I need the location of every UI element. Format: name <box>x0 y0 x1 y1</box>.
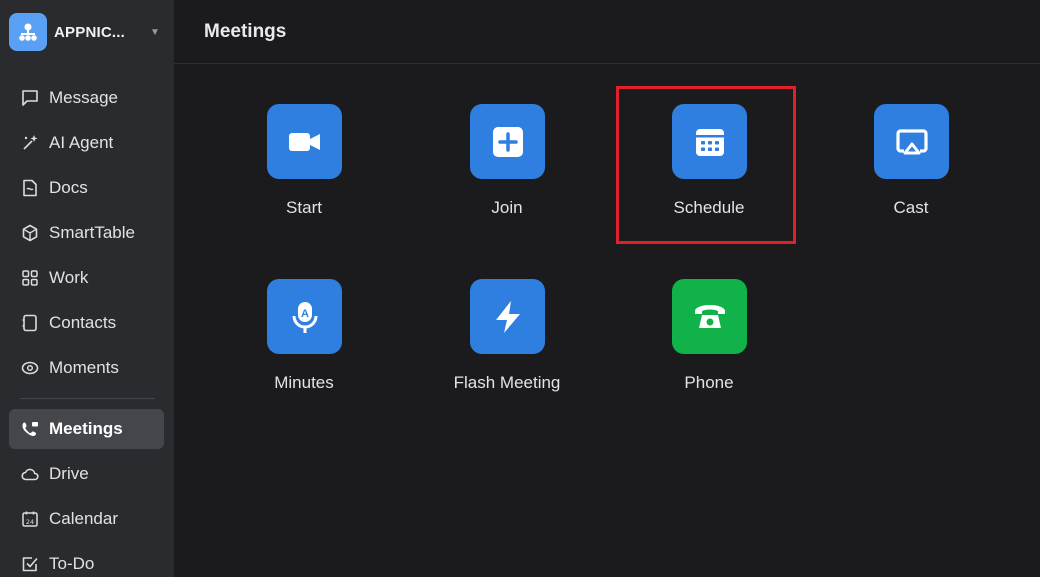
moments-icon <box>20 359 39 378</box>
sidebar-item-message[interactable]: Message <box>9 78 164 118</box>
sidebar-item-docs[interactable]: Docs <box>9 168 164 208</box>
svg-text:A: A <box>301 308 309 320</box>
sidebar-item-smarttable[interactable]: SmartTable <box>9 213 164 253</box>
tile-label: Phone <box>684 373 734 392</box>
chevron-down-icon[interactable]: ▼ <box>150 27 160 38</box>
org-people-icon <box>9 13 47 51</box>
sidebar-item-label: AI Agent <box>49 133 114 152</box>
contacts-icon <box>20 314 39 333</box>
tile-label: Cast <box>893 198 929 217</box>
join-meeting-button[interactable]: Join <box>442 104 572 244</box>
nav-divider <box>20 398 155 399</box>
video-camera-icon <box>267 104 342 179</box>
sidebar-item-ai-agent[interactable]: AI Agent <box>9 123 164 163</box>
meetings-icon <box>20 420 39 439</box>
highlight-box <box>616 86 796 244</box>
sidebar-item-label: Message <box>49 88 118 107</box>
phone-icon <box>672 279 747 354</box>
sidebar-item-label: Moments <box>49 358 119 377</box>
lightning-icon <box>470 279 545 354</box>
phone-button[interactable]: Phone <box>644 279 774 419</box>
calendar-icon: 24 <box>20 510 39 529</box>
tile-label: Join <box>491 198 523 217</box>
sidebar: APPNIC... ▼ Message AI Agent Docs SmartT… <box>0 0 174 577</box>
sidebar-item-moments[interactable]: Moments <box>9 348 164 388</box>
grid-icon <box>20 269 39 288</box>
org-switcher[interactable]: APPNIC... ▼ <box>9 13 169 51</box>
sidebar-item-meetings[interactable]: Meetings <box>9 409 164 449</box>
sidebar-item-label: Calendar <box>49 509 118 528</box>
sidebar-item-work[interactable]: Work <box>9 258 164 298</box>
sidebar-item-contacts[interactable]: Contacts <box>9 303 164 343</box>
tile-label: Flash Meeting <box>453 373 561 392</box>
ai-sparkle-icon <box>20 134 39 153</box>
minutes-button[interactable]: A Minutes <box>239 279 369 419</box>
message-icon <box>20 89 39 108</box>
sidebar-item-drive[interactable]: Drive <box>9 454 164 494</box>
sidebar-item-label: Drive <box>49 464 89 483</box>
tile-label: Start <box>286 198 322 217</box>
docs-icon <box>20 179 39 198</box>
sidebar-item-label: Docs <box>49 178 88 197</box>
sidebar-item-calendar[interactable]: 24 Calendar <box>9 499 164 539</box>
svg-text:24: 24 <box>25 518 33 526</box>
page-title: Meetings <box>204 21 287 42</box>
sidebar-item-label: Meetings <box>49 419 123 438</box>
sidebar-item-label: SmartTable <box>49 223 135 242</box>
microphone-ai-icon: A <box>267 279 342 354</box>
cast-button[interactable]: Cast <box>846 104 976 244</box>
cast-screen-icon <box>874 104 949 179</box>
flash-meeting-button[interactable]: Flash Meeting <box>442 279 572 419</box>
page-header: Meetings <box>174 0 1040 64</box>
sidebar-item-label: Work <box>49 268 89 287</box>
checkbox-icon <box>20 555 39 574</box>
plus-icon <box>470 104 545 179</box>
smarttable-icon <box>20 224 39 243</box>
sidebar-item-todo[interactable]: To-Do <box>9 544 164 577</box>
org-name: APPNIC... <box>54 23 125 41</box>
sidebar-item-label: To-Do <box>49 554 95 573</box>
sidebar-item-label: Contacts <box>49 313 117 332</box>
cloud-icon <box>20 465 39 484</box>
tile-label: Minutes <box>274 373 334 392</box>
start-meeting-button[interactable]: Start <box>239 104 369 244</box>
